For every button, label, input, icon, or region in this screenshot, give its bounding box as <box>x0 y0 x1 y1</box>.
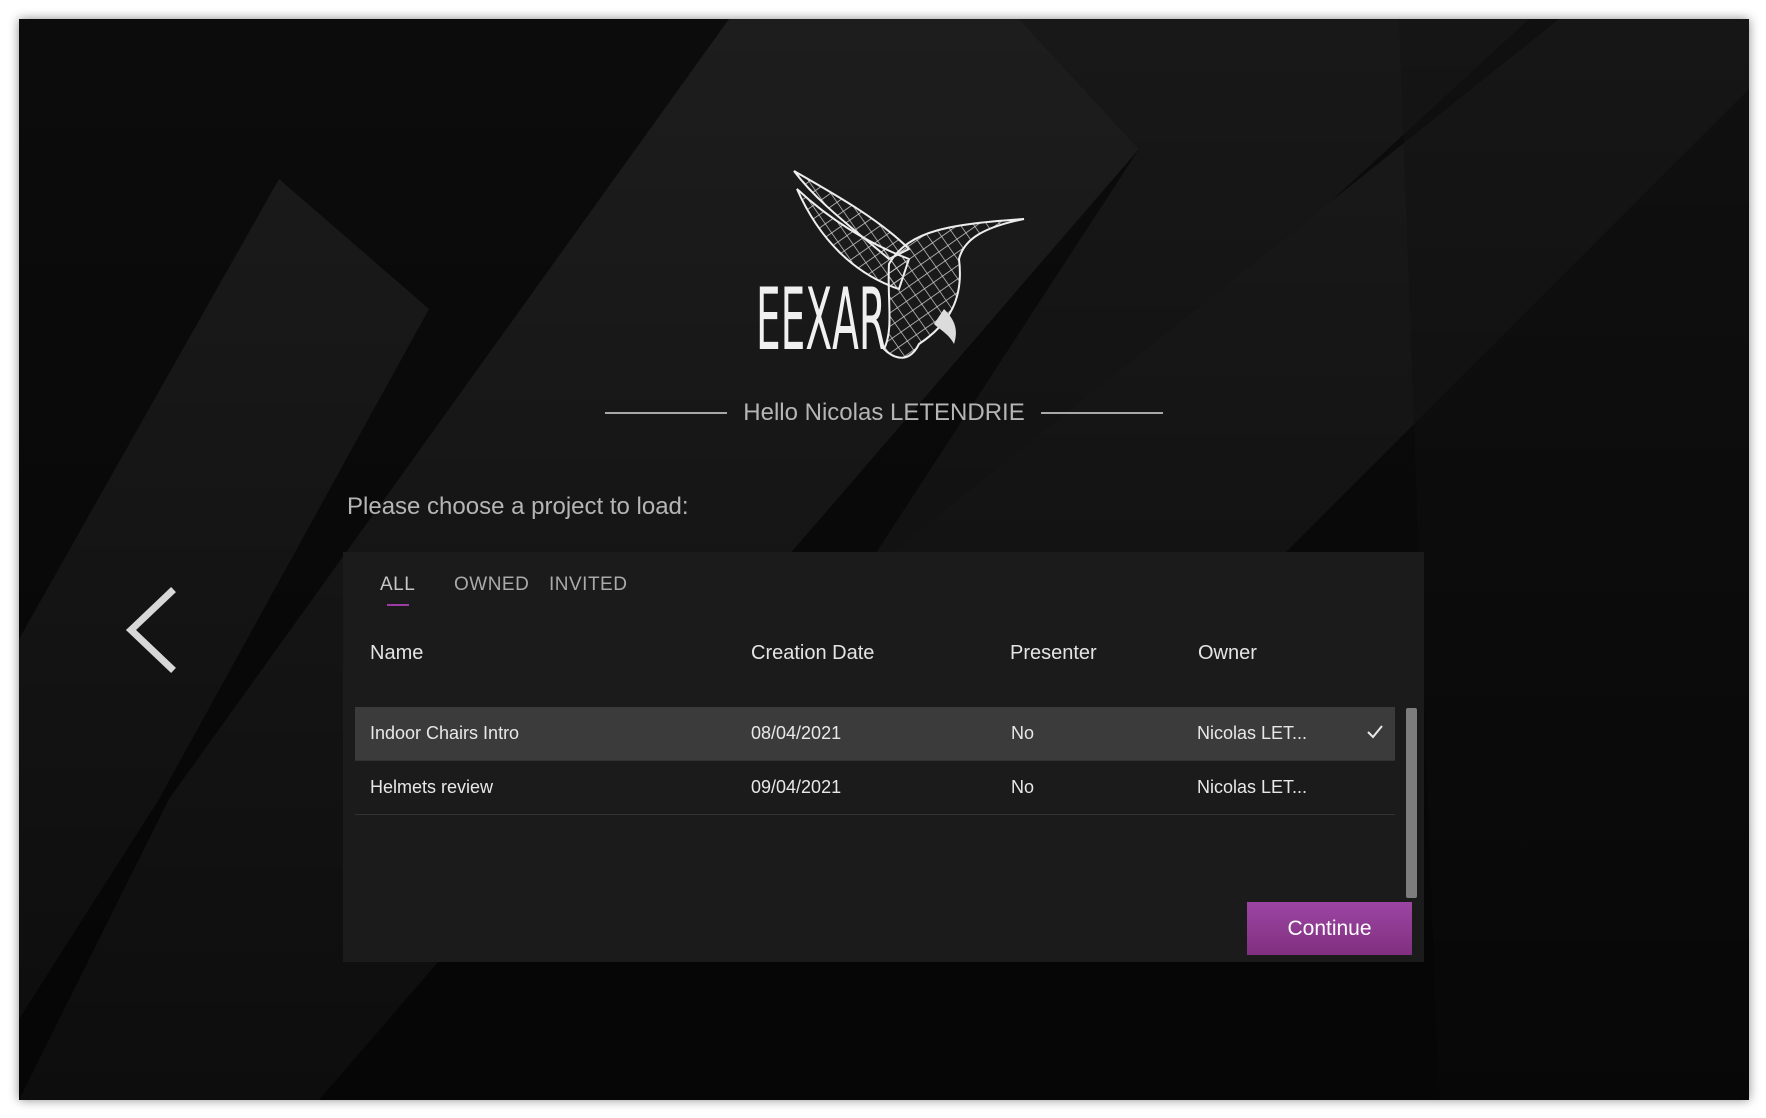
back-button[interactable] <box>123 586 179 674</box>
tab-owned[interactable]: OWNED <box>454 574 529 606</box>
tab-invited[interactable]: INVITED <box>549 574 627 606</box>
project-list: Indoor Chairs Intro 08/04/2021 No Nicola… <box>355 707 1395 815</box>
row-creation-date: 09/04/2021 <box>751 777 842 797</box>
row-owner: Nicolas LET... <box>1197 777 1308 797</box>
row-presenter: No <box>1011 723 1035 743</box>
tab-invited-label: INVITED <box>549 574 628 595</box>
table-header: Name Creation Date Presenter Owner <box>343 642 1424 682</box>
row-name: Indoor Chairs Intro <box>370 723 520 743</box>
choose-project-prompt: Please choose a project to load: <box>347 493 689 520</box>
row-presenter: No <box>1011 777 1035 797</box>
project-filter-tabs: ALL OWNED INVITED <box>343 574 1424 624</box>
chevron-left-icon <box>125 587 176 673</box>
project-panel: ALL OWNED INVITED Name Creation Date Pre… <box>343 552 1424 962</box>
app-window: EEXAR Hello Nicolas LETENDRIE Please cho… <box>19 19 1749 1100</box>
greeting-divider-right <box>1040 412 1163 414</box>
logo-wordmark: EEXAR <box>759 270 886 370</box>
hummingbird-icon: EEXAR <box>756 170 1025 370</box>
column-header-creation-date[interactable]: Creation Date <box>751 642 874 665</box>
table-row[interactable]: Helmets review 09/04/2021 No Nicolas LET… <box>355 761 1395 815</box>
tab-all[interactable]: ALL <box>380 574 415 606</box>
tab-active-indicator <box>386 604 409 606</box>
column-header-presenter[interactable]: Presenter <box>1010 642 1097 665</box>
checkmark-icon <box>1367 725 1383 739</box>
column-header-name[interactable]: Name <box>370 642 423 665</box>
row-owner: Nicolas LET... <box>1197 723 1308 743</box>
row-creation-date: 08/04/2021 <box>751 723 842 743</box>
greeting-row: Hello Nicolas LETENDRIE <box>19 399 1749 427</box>
column-header-owner[interactable]: Owner <box>1198 642 1257 665</box>
table-row[interactable]: Indoor Chairs Intro 08/04/2021 No Nicola… <box>355 707 1395 761</box>
greeting-text: Hello Nicolas LETENDRIE <box>743 399 1025 426</box>
greeting-divider-left <box>605 412 728 414</box>
eexar-logo: EEXAR <box>756 149 1059 389</box>
list-scrollbar[interactable] <box>1406 708 1417 898</box>
tab-all-label: ALL <box>380 574 416 595</box>
tab-owned-label: OWNED <box>454 574 530 595</box>
continue-button[interactable]: Continue <box>1247 902 1412 955</box>
row-name: Helmets review <box>370 777 494 797</box>
